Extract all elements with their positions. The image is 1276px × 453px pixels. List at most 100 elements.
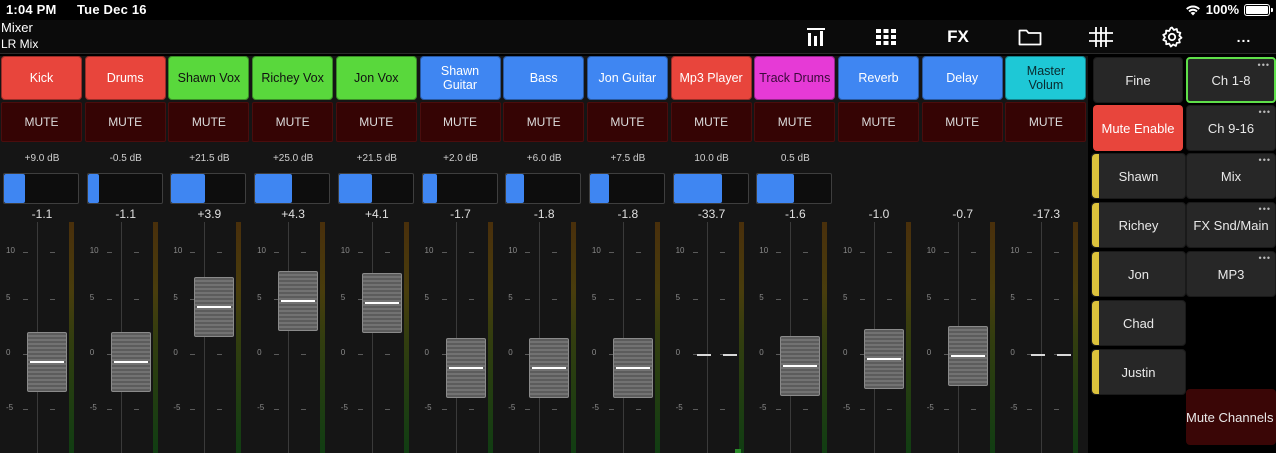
channel-name-button[interactable]: Shawn Vox	[168, 56, 250, 100]
mute-button[interactable]: MUTE	[419, 102, 501, 142]
channel-name-button[interactable]: Mp3 Player	[670, 56, 752, 100]
channel-strip: Shawn Guitar MUTE +2.0 dB -1.7 10 5 0 -5	[419, 56, 503, 453]
fader-track[interactable]: 10 5 0 -5	[89, 222, 151, 453]
mute-button[interactable]: MUTE	[252, 102, 334, 142]
level-meter	[738, 222, 744, 453]
channel-name-button[interactable]: Master Volum	[1005, 56, 1087, 100]
fader-knob[interactable]	[612, 338, 653, 398]
channel-strip: Master Volum MUTE -17.3 10 5 0 -5	[1004, 56, 1088, 453]
gain-slider[interactable]	[86, 173, 163, 204]
scale-tick-label: 0	[89, 348, 95, 357]
fader-track[interactable]: 10 5 0 -5	[676, 222, 737, 453]
fader-knob[interactable]	[1031, 354, 1072, 356]
gain-slider[interactable]	[421, 173, 498, 204]
gain-slider[interactable]	[337, 173, 414, 204]
channel-name-button[interactable]: Kick	[1, 56, 82, 100]
gain-slider[interactable]	[588, 173, 665, 204]
fader-track[interactable]: 10 5 0 -5	[257, 222, 319, 453]
side-panel: Fine ••• Ch 1-8 Mute Enable ••• Ch 9-16 …	[1088, 56, 1276, 453]
fader-track[interactable]: 10 5 0 -5	[173, 222, 235, 453]
gain-slider[interactable]	[254, 173, 331, 204]
fader-knob[interactable]	[780, 336, 821, 396]
user-chad-button[interactable]: Chad	[1091, 300, 1186, 346]
channel-name: Mp3 Player	[679, 71, 743, 85]
user-jon-button[interactable]: Jon	[1091, 251, 1186, 297]
channel-name-button[interactable]: Shawn Guitar	[419, 56, 501, 100]
mute-button[interactable]: MUTE	[586, 102, 668, 142]
fader-rail	[1041, 222, 1043, 453]
fader-knob[interactable]	[27, 332, 67, 392]
ch-1-8-label: Ch 1-8	[1211, 72, 1251, 88]
mute-label: MUTE	[108, 115, 143, 129]
channel-name-button[interactable]: Richey Vox	[252, 56, 334, 100]
gain-slider[interactable]	[672, 173, 749, 204]
user-richey-button[interactable]: Richey	[1091, 202, 1186, 248]
fader-track[interactable]: 10 5 0 -5	[591, 222, 653, 453]
fader-track[interactable]: 10 5 0 -5	[6, 222, 67, 453]
gain-slider[interactable]	[170, 173, 247, 204]
gain-slider[interactable]	[756, 173, 833, 204]
folder-button[interactable]	[1008, 24, 1052, 50]
channel-name-button[interactable]: Delay	[921, 56, 1003, 100]
fader-knob[interactable]	[194, 277, 235, 337]
user-justin-button[interactable]: Justin	[1091, 349, 1186, 395]
fader-knob[interactable]	[445, 338, 486, 398]
fader-knob[interactable]	[529, 338, 570, 398]
fader-knob[interactable]	[278, 271, 319, 331]
scale-tick-label: 0	[6, 348, 11, 357]
grid-button[interactable]	[864, 24, 908, 50]
gain-fill	[338, 174, 373, 203]
ch-1-8-button[interactable]: ••• Ch 1-8	[1186, 57, 1276, 103]
more-dots-icon: •••	[1258, 204, 1271, 214]
routing-button[interactable]	[1079, 24, 1123, 50]
channel-name-button[interactable]: Bass	[503, 56, 585, 100]
settings-button[interactable]	[1150, 24, 1194, 50]
mute-button[interactable]: MUTE	[335, 102, 417, 142]
user-shawn-button[interactable]: Shawn	[1091, 153, 1186, 199]
fine-button[interactable]: Fine	[1093, 57, 1183, 103]
fx-button[interactable]: FX	[936, 24, 980, 50]
mp3-button[interactable]: ••• MP3	[1186, 251, 1276, 297]
level-meter	[403, 222, 409, 453]
mute-button[interactable]: MUTE	[84, 102, 166, 142]
scale-tick-label: -5	[926, 403, 934, 412]
fx-snd-main-button[interactable]: ••• FX Snd/Main	[1186, 202, 1276, 248]
mute-button[interactable]: MUTE	[838, 102, 919, 142]
channel-name-button[interactable]: Reverb	[838, 56, 919, 100]
fader-track[interactable]: 10 5 0 -5	[341, 222, 402, 453]
scale-tick-label: -5	[257, 403, 265, 412]
fader-knob[interactable]	[864, 329, 904, 389]
mute-button[interactable]: MUTE	[754, 102, 836, 142]
mix-button[interactable]: ••• Mix	[1186, 153, 1276, 199]
mute-enable-button[interactable]: Mute Enable	[1093, 105, 1183, 151]
mute-button[interactable]: MUTE	[1, 102, 82, 142]
channel-name-button[interactable]: Track Drums	[754, 56, 836, 100]
fader-knob[interactable]	[361, 273, 402, 333]
meters-button[interactable]	[794, 24, 838, 50]
ch-9-16-button[interactable]: ••• Ch 9-16	[1186, 105, 1276, 151]
fader-knob[interactable]	[947, 326, 988, 386]
gain-slider[interactable]	[3, 173, 79, 204]
fader-knob[interactable]	[696, 354, 737, 356]
battery-icon	[1244, 3, 1273, 16]
fader-track[interactable]: 10 5 0 -5	[1010, 222, 1072, 453]
channel-name-button[interactable]: Jon Guitar	[586, 56, 668, 100]
scale-tick-label: 5	[843, 293, 848, 302]
mute-button[interactable]: MUTE	[503, 102, 585, 142]
fader-track[interactable]: 10 5 0 -5	[926, 222, 988, 453]
channel-name-button[interactable]: Drums	[84, 56, 166, 100]
scale-tick-label: -5	[591, 403, 600, 412]
mute-button[interactable]: MUTE	[670, 102, 752, 142]
mute-button[interactable]: MUTE	[1005, 102, 1087, 142]
fader-track[interactable]: 10 5 0 -5	[759, 222, 821, 453]
gain-slider[interactable]	[505, 173, 582, 204]
mute-button[interactable]: MUTE	[168, 102, 250, 142]
more-button[interactable]: ...	[1222, 24, 1266, 50]
mute-channels-button[interactable]: Mute Channels	[1186, 389, 1276, 445]
mute-button[interactable]: MUTE	[921, 102, 1003, 142]
fader-track[interactable]: 10 5 0 -5	[843, 222, 904, 453]
fader-knob[interactable]	[110, 332, 151, 392]
fader-track[interactable]: 10 5 0 -5	[425, 222, 486, 453]
channel-name-button[interactable]: Jon Vox	[335, 56, 417, 100]
fader-track[interactable]: 10 5 0 -5	[508, 222, 570, 453]
